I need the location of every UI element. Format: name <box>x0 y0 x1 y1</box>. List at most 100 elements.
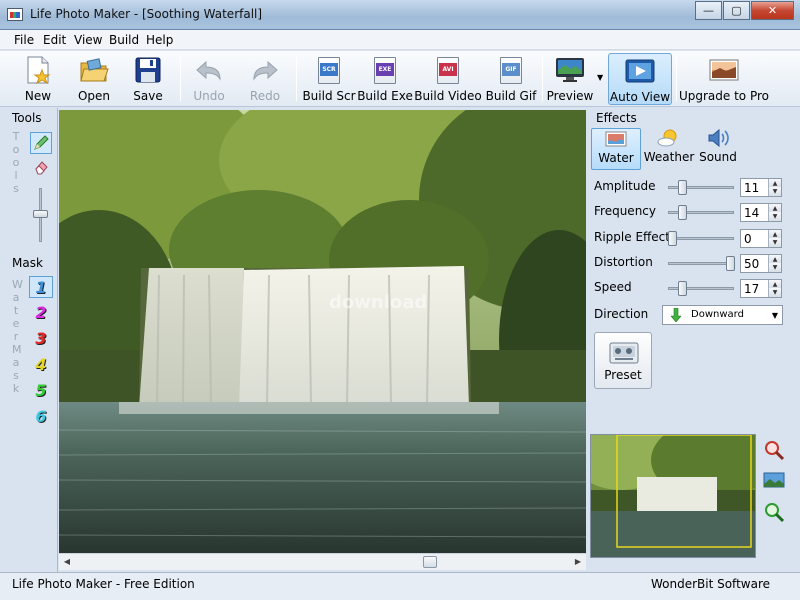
eraser-tool-button[interactable] <box>30 156 52 178</box>
open-button[interactable]: Open <box>75 53 113 105</box>
spin-down-icon[interactable]: ▼ <box>768 212 781 221</box>
menu-bar: File Edit View Build Help <box>0 30 800 50</box>
menu-file[interactable]: File <box>14 33 34 47</box>
pencil-icon <box>34 135 49 150</box>
redo-button[interactable]: Redo <box>246 53 284 105</box>
effect-label: Frequency <box>594 204 656 218</box>
landscape-fit-icon <box>763 472 785 488</box>
effect-slider-track[interactable] <box>668 262 734 265</box>
effect-value-spinner[interactable]: 17 ▲ ▼ <box>740 279 782 298</box>
mask-button-5[interactable]: 5 <box>29 380 53 402</box>
maximize-button[interactable]: ▢ <box>723 1 750 20</box>
effect-slider-thumb[interactable] <box>678 205 687 220</box>
status-edition: Life Photo Maker - Free Edition <box>12 577 195 591</box>
build-video-label: Build Video <box>414 89 482 103</box>
preview-dropdown-arrow-icon[interactable]: ▼ <box>597 73 603 82</box>
spin-down-icon[interactable]: ▼ <box>768 187 781 196</box>
pencil-tool-button[interactable] <box>30 132 52 154</box>
toolbar: New Open Save Undo Redo SCR Build Scr EX… <box>0 51 800 107</box>
window-title: Life Photo Maker - [Soothing Waterfall] <box>30 7 263 21</box>
tab-sound[interactable]: Sound <box>698 128 738 170</box>
status-company: WonderBit Software <box>650 577 770 591</box>
effect-value-spinner[interactable]: 0 ▲ ▼ <box>740 229 782 248</box>
mask-button-1[interactable]: 1 <box>29 276 53 298</box>
upgrade-to-pro-button[interactable]: Upgrade to Pro <box>679 53 769 105</box>
preview-label: Preview <box>546 89 594 103</box>
effect-slider-thumb[interactable] <box>678 281 687 296</box>
floppy-disk-icon <box>133 55 163 85</box>
build-scr-label: Build Scr <box>302 89 356 103</box>
effect-slider-track[interactable] <box>668 237 734 240</box>
spin-down-icon[interactable]: ▼ <box>768 263 781 272</box>
tools-vertical-label: Tools <box>12 130 20 195</box>
tab-weather[interactable]: Weather <box>644 128 694 170</box>
menu-build[interactable]: Build <box>109 33 139 47</box>
minimize-button[interactable]: — <box>695 1 722 20</box>
mask-button-2[interactable]: 2 <box>29 302 53 324</box>
effect-value-spinner[interactable]: 11 ▲ ▼ <box>740 178 782 197</box>
effect-slider-thumb[interactable] <box>726 256 735 271</box>
build-exe-label: Build Exe <box>357 89 413 103</box>
effect-value: 0 <box>744 232 752 246</box>
fit-view-button[interactable] <box>762 468 786 492</box>
mask-button-3[interactable]: 3 <box>29 328 53 350</box>
build-scr-button[interactable]: SCR Build Scr <box>302 53 356 105</box>
window-controls: — ▢ ✕ <box>694 1 794 20</box>
effect-value: 17 <box>744 282 760 296</box>
build-gif-button[interactable]: GIF Build Gif <box>486 53 536 105</box>
scroll-right-arrow-icon[interactable]: ▶ <box>572 556 584 568</box>
zoom-in-button[interactable] <box>762 438 786 462</box>
weather-sun-cloud-icon <box>657 129 677 147</box>
close-button[interactable]: ✕ <box>751 1 794 20</box>
effect-slider-thumb[interactable] <box>668 231 677 246</box>
effect-slider-thumb[interactable] <box>678 180 687 195</box>
effect-value-spinner[interactable]: 14 ▲ ▼ <box>740 203 782 222</box>
scroll-left-arrow-icon[interactable]: ◀ <box>61 556 73 568</box>
photo-canvas[interactable]: download <box>59 110 586 553</box>
undo-button[interactable]: Undo <box>190 53 228 105</box>
monitor-icon <box>555 55 585 85</box>
open-folder-icon <box>79 55 109 85</box>
navigator-thumbnail[interactable] <box>590 434 756 558</box>
save-button[interactable]: Save <box>131 53 165 105</box>
tab-water[interactable]: Water <box>591 128 641 170</box>
mask-button-4[interactable]: 4 <box>29 354 53 376</box>
preset-button[interactable]: Preset <box>594 332 652 389</box>
build-exe-button[interactable]: EXE Build Exe <box>357 53 413 105</box>
preview-button[interactable]: Preview <box>546 53 594 105</box>
mask-button-6[interactable]: 6 <box>29 406 53 428</box>
menu-help[interactable]: Help <box>146 33 173 47</box>
thumbnail-image <box>591 435 755 557</box>
brush-size-slider-thumb[interactable] <box>33 210 48 218</box>
spin-down-icon[interactable]: ▼ <box>768 288 781 297</box>
direction-select[interactable]: Downward ▼ <box>662 305 783 325</box>
play-screen-icon <box>625 56 655 86</box>
exe-file-icon: EXE <box>370 55 400 85</box>
water-photo-icon <box>605 131 627 147</box>
new-button[interactable]: New <box>20 53 56 105</box>
build-video-button[interactable]: AVI Build Video <box>414 53 482 105</box>
canvas-horizontal-scrollbar[interactable]: ◀ ▶ <box>59 553 586 570</box>
landscape-photo-icon <box>709 55 739 85</box>
redo-arrow-icon <box>250 55 280 85</box>
effect-value: 14 <box>744 206 760 220</box>
effect-label: Speed <box>594 280 632 294</box>
preset-label: Preset <box>604 368 642 382</box>
magnifier-zoom-in-icon <box>765 441 785 461</box>
toolbar-separator <box>296 57 297 101</box>
auto-view-button[interactable]: Auto View <box>608 53 672 105</box>
effect-label: Ripple Effect <box>594 230 670 244</box>
spin-down-icon[interactable]: ▼ <box>768 238 781 247</box>
zoom-out-button[interactable] <box>762 500 786 524</box>
menu-view[interactable]: View <box>74 33 102 47</box>
effect-value-spinner[interactable]: 50 ▲ ▼ <box>740 254 782 273</box>
open-label: Open <box>77 89 111 103</box>
tab-sound-label: Sound <box>699 150 737 164</box>
scrollbar-thumb[interactable] <box>423 556 437 568</box>
effect-value: 50 <box>744 257 760 271</box>
menu-edit[interactable]: Edit <box>43 33 66 47</box>
undo-label: Undo <box>193 89 225 103</box>
tools-title: Tools <box>12 111 42 125</box>
effects-panel: Effects Water Weather Sound Amplitude 11 ▲… <box>588 108 800 572</box>
status-bar: Life Photo Maker - Free Edition WonderBi… <box>0 572 800 600</box>
